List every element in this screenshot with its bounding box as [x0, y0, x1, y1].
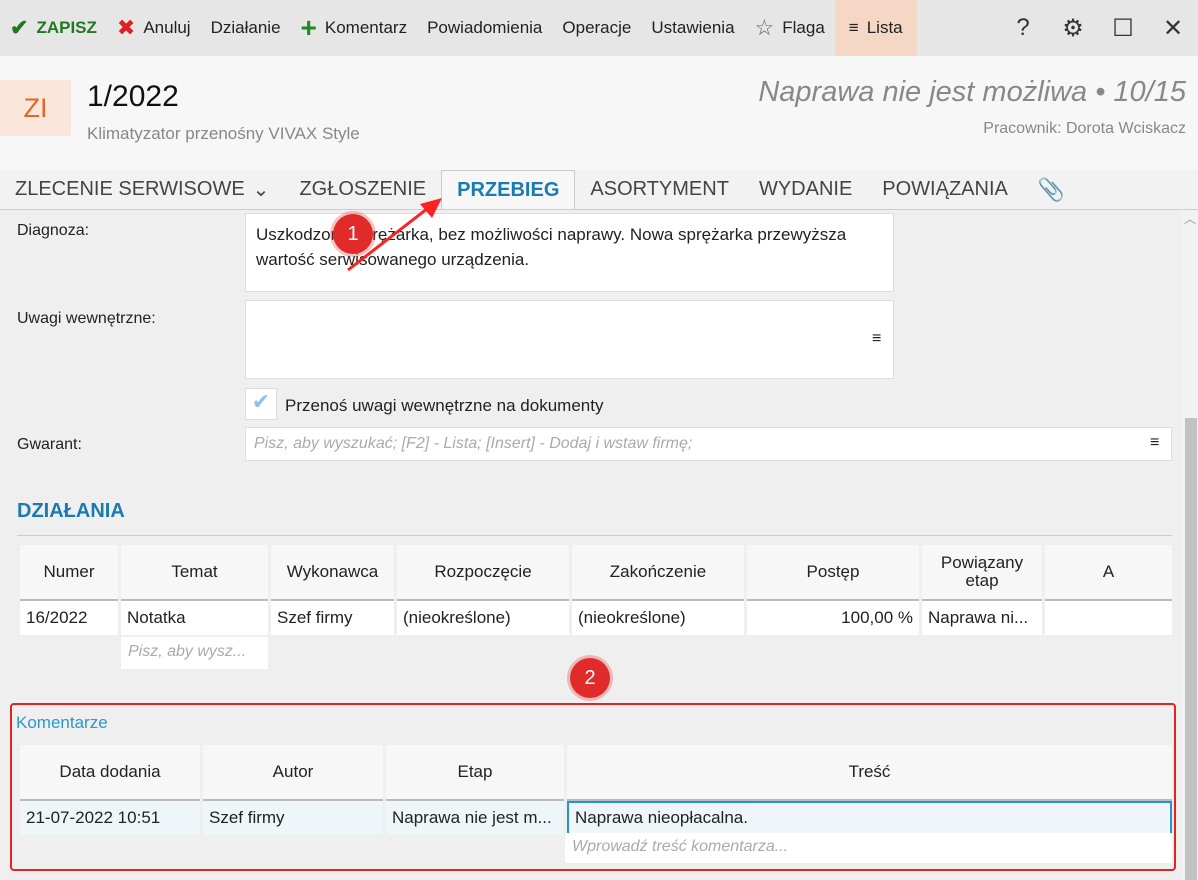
document-number: 1/2022: [87, 80, 179, 113]
column-header[interactable]: Treść: [567, 745, 1172, 801]
toolbar: ✔ ZAPISZ ✖ Anuluj Działanie + Komentarz Pow…: [0, 0, 1198, 56]
column-header[interactable]: Powiązany etap: [922, 545, 1042, 601]
cell-stage: Naprawa nie jest m...: [392, 808, 552, 827]
column-header[interactable]: Data dodania: [20, 745, 200, 801]
tab-bar: ZLECENIE SERWISOWE ⌄ ZGŁOSZENIE PRZEBIEG …: [0, 170, 1198, 210]
table-row[interactable]: 21-07-2022 10:51 Szef firmy Naprawa nie …: [20, 801, 1172, 835]
internal-notes-field[interactable]: [245, 300, 894, 379]
cell-end: (nieokreślone): [578, 608, 686, 627]
cell-stage: Naprawa ni...: [928, 608, 1029, 627]
paperclip-icon[interactable]: 📎: [1023, 170, 1080, 209]
annotation-marker-2: 2: [570, 658, 610, 698]
menu-icon: ≡: [848, 18, 859, 37]
chevron-down-icon: ⌄: [252, 179, 270, 201]
worker-label: Pracownik: Dorota Wciskacz: [983, 120, 1186, 137]
actions-table: Numer Temat Wykonawca Rozpoczęcie Zakońc…: [17, 545, 1175, 635]
cancel-button[interactable]: ✖ Anuluj: [107, 0, 201, 56]
menu-icon[interactable]: ≡: [1150, 434, 1159, 452]
scrollbar-thumb[interactable]: [1185, 418, 1197, 880]
close-icon: ✖: [116, 15, 136, 40]
menu-icon[interactable]: ≡: [872, 330, 881, 348]
star-icon: ☆: [754, 15, 775, 40]
action-button[interactable]: Działanie: [201, 0, 291, 56]
maximize-icon[interactable]: ☐: [1098, 0, 1148, 56]
column-header[interactable]: Numer: [20, 545, 118, 601]
close-window-icon[interactable]: ✕: [1148, 0, 1198, 56]
new-comment-input[interactable]: Wprowadź treść komentarza...: [565, 833, 1172, 863]
operations-button[interactable]: Operacje: [552, 0, 641, 56]
cell-start: (nieokreślone): [403, 608, 511, 627]
settings-button[interactable]: Ustawienia: [641, 0, 744, 56]
tab-assortment[interactable]: ASORTYMENT: [575, 170, 744, 209]
diagnosis-label: Diagnoza:: [17, 222, 90, 239]
save-label: ZAPISZ: [36, 18, 97, 37]
save-button[interactable]: ✔ ZAPISZ: [0, 0, 107, 56]
tab-service-order[interactable]: ZLECENIE SERWISOWE ⌄: [0, 170, 284, 209]
column-header[interactable]: Temat: [121, 545, 268, 601]
tab-label: ZLECENIE SERWISOWE: [15, 178, 245, 200]
comment-label: Komentarz: [324, 18, 408, 37]
notes-label: Uwagi wewnętrzne:: [17, 310, 156, 327]
column-header[interactable]: Zakończenie: [572, 545, 744, 601]
annotation-arrow: [347, 198, 442, 272]
transfer-notes-checkbox[interactable]: ✔: [245, 388, 277, 420]
new-action-input[interactable]: Pisz, aby wysz...: [121, 637, 268, 669]
cell-content[interactable]: Naprawa nieopłacalna.: [567, 801, 1172, 835]
guarantor-input[interactable]: Pisz, aby wyszukać; [F2] - Lista; [Inser…: [245, 427, 1172, 461]
help-icon[interactable]: ?: [998, 0, 1048, 56]
document-type-badge: ZI: [0, 80, 71, 136]
divider: [17, 535, 1172, 536]
table-row[interactable]: 16/2022 Notatka Szef firmy (nieokreślone…: [20, 601, 1172, 635]
column-header[interactable]: Postęp: [747, 545, 919, 601]
document-status: Naprawa nie jest możliwa • 10/15: [758, 76, 1186, 108]
flag-label: Flaga: [782, 18, 825, 37]
column-header[interactable]: A: [1045, 545, 1172, 601]
tab-relations[interactable]: POWIĄZANIA: [867, 170, 1023, 209]
notifications-button[interactable]: Powiadomienia: [417, 0, 552, 56]
list-label: Lista: [866, 18, 903, 37]
cell-performer: Szef firmy: [277, 608, 353, 627]
cell-a: [1045, 601, 1172, 635]
cell-author: Szef firmy: [209, 808, 285, 827]
cell-progress: 100,00 %: [841, 608, 913, 627]
document-header: ZI 1/2022 Klimatyzator przenośny VIVAX S…: [0, 56, 1198, 170]
tab-progress[interactable]: PRZEBIEG: [441, 170, 576, 209]
cell-date: 21-07-2022 10:51: [26, 808, 161, 827]
comment-button[interactable]: + Komentarz: [291, 0, 418, 56]
document-subtitle: Klimatyzator przenośny VIVAX Style: [87, 124, 360, 143]
column-header[interactable]: Etap: [386, 745, 564, 801]
check-icon: ✔: [10, 15, 29, 40]
gear-icon[interactable]: ⚙: [1048, 0, 1098, 56]
tab-release[interactable]: WYDANIE: [744, 170, 867, 209]
guarantor-label: Gwarant:: [17, 436, 82, 453]
column-header[interactable]: Rozpoczęcie: [397, 545, 569, 601]
scroll-up-icon[interactable]: ︿: [1182, 210, 1198, 227]
plus-icon: +: [300, 12, 317, 43]
column-header[interactable]: Wykonawca: [271, 545, 394, 601]
actions-heading: DZIAŁANIA: [17, 500, 125, 522]
comments-heading: Komentarze: [16, 713, 108, 732]
cell-subject: Notatka: [127, 608, 186, 627]
comments-table: Data dodania Autor Etap Treść 21-07-2022…: [17, 745, 1175, 835]
scrollbar[interactable]: ︿: [1182, 210, 1198, 880]
flag-button[interactable]: ☆ Flaga: [745, 0, 835, 56]
column-header[interactable]: Autor: [203, 745, 383, 801]
cell-number: 16/2022: [26, 608, 88, 627]
transfer-notes-label: Przenoś uwagi wewnętrzne na dokumenty: [285, 396, 604, 415]
cancel-label: Anuluj: [143, 18, 191, 37]
list-button[interactable]: ≡ Lista: [834, 0, 917, 56]
